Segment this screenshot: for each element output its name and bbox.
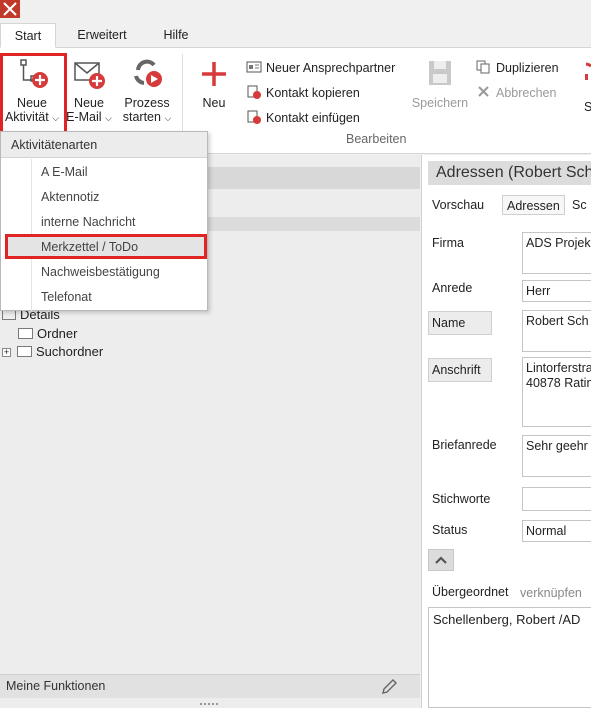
chevron-up-icon (435, 556, 447, 564)
paste-contact-icon (246, 110, 262, 124)
label-briefanrede: Briefanrede (432, 438, 497, 452)
app-logo (0, 0, 20, 18)
stichworte-field[interactable] (522, 487, 591, 511)
contact-card-icon (246, 60, 262, 74)
tab-hilfe[interactable]: Hilfe (150, 23, 202, 48)
menu-item-a-email[interactable]: A E-Mail (41, 165, 88, 179)
speichern-button[interactable]: Speichern (408, 56, 472, 110)
tab-adressen[interactable]: Adressen (502, 195, 565, 215)
duplizieren-button[interactable]: Duplizieren (476, 58, 559, 78)
abbrechen-button[interactable]: Abbrechen (476, 83, 556, 103)
expand-icon[interactable]: + (2, 348, 11, 357)
kontakt-einfuegen-button[interactable]: Kontakt einfügen (246, 108, 360, 128)
process-icon (130, 56, 164, 90)
neue-email-line1: Neue (74, 96, 104, 110)
label-status: Status (432, 523, 468, 537)
collapse-button[interactable] (428, 549, 454, 571)
prozess-starten-button[interactable]: Prozess starten ⌵ (118, 56, 176, 125)
search-folder-icon (17, 346, 32, 357)
verknuepfen-link[interactable]: verknüpfen (520, 586, 582, 600)
meine-funktionen-label: Meine Funktionen (6, 679, 106, 693)
menu-item-merkzettel-todo[interactable]: Merkzettel / ToDo (41, 240, 138, 254)
tab-sc[interactable]: Sc (572, 195, 587, 215)
prozess-line2: starten (122, 110, 161, 124)
aktivitaetenarten-dropdown: Aktivitätenarten A E-Mail Aktennotiz int… (0, 131, 208, 311)
save-icon (423, 56, 457, 90)
duplicate-icon (476, 60, 492, 74)
uebergeordnet-field[interactable]: Schellenberg, Robert /AD (428, 607, 591, 708)
status-field[interactable]: Normal (522, 520, 591, 542)
menu-item-nachweisbestaetigung[interactable]: Nachweisbestätigung (41, 265, 160, 279)
menu-item-telefonat[interactable]: Telefonat (41, 290, 92, 304)
tab-start[interactable]: Start (0, 23, 56, 48)
label-firma: Firma (432, 236, 464, 250)
copy-contact-icon (246, 85, 262, 99)
highlight-neue-aktivitaet (0, 53, 67, 137)
neue-email-button[interactable]: Neue E-Mail ⌵ (66, 56, 112, 125)
detail-tabs: Vorschau Adressen Sc (428, 193, 591, 217)
anrede-field[interactable]: Herr (522, 280, 591, 302)
overflow-red-icon[interactable] (585, 62, 591, 96)
folder-icon (18, 328, 33, 339)
new-email-icon (72, 56, 106, 90)
neuer-ansprechpartner-label: Neuer Ansprechpartner (266, 61, 396, 75)
label-uebergeordnet: Übergeordnet (432, 585, 509, 599)
briefanrede-field[interactable]: Sehr geehr (522, 435, 591, 477)
anschrift-field[interactable]: Lintorferstra 40878 Ratin (522, 357, 591, 427)
group-label-bearbeiten: Bearbeiten (346, 132, 407, 146)
chevron-down-icon: ⌵ (105, 113, 112, 123)
menu-item-interne-nachricht[interactable]: interne Nachricht (41, 215, 136, 229)
menu-item-aktennotiz[interactable]: Aktennotiz (41, 190, 99, 204)
detail-title: Adressen (Robert Sch (428, 161, 591, 185)
neuer-ansprechpartner-button[interactable]: Neuer Ansprechpartner (246, 58, 395, 78)
anschrift-button[interactable]: Anschrift (428, 358, 492, 382)
neue-email-line2: E-Mail (66, 110, 102, 124)
tab-erweitert[interactable]: Erweitert (64, 23, 140, 48)
dropdown-header: Aktivitätenarten (1, 132, 207, 158)
meine-funktionen-bar[interactable]: Meine Funktionen (0, 674, 420, 698)
label-stichworte: Stichworte (432, 492, 491, 506)
neu-button[interactable]: Neu (192, 56, 236, 110)
tab-vorschau[interactable]: Vorschau (432, 195, 484, 215)
neu-label: Neu (202, 96, 226, 110)
tree-item-suchordner[interactable]: + Suchordner (2, 344, 103, 359)
resize-grip[interactable] (200, 703, 218, 706)
firma-field[interactable]: ADS Projek (522, 232, 591, 274)
pencil-icon[interactable] (380, 678, 398, 696)
chevron-down-icon: ⌵ (164, 113, 172, 123)
tree-label-suchordner: Suchordner (36, 344, 104, 359)
ribbon-tabs: Start Erweitert Hilfe (0, 18, 591, 48)
tree-item-ordner[interactable]: Ordner (18, 326, 77, 341)
abbrechen-label: Abbrechen (496, 86, 557, 100)
name-field[interactable]: Robert Sch (522, 310, 591, 352)
close-icon (476, 85, 492, 99)
label-anrede: Anrede (432, 281, 473, 295)
kontakt-einfuegen-label: Kontakt einfügen (266, 111, 360, 125)
kontakt-kopieren-button[interactable]: Kontakt kopieren (246, 83, 360, 103)
duplizieren-label: Duplizieren (496, 61, 559, 75)
detail-panel: Adressen (Robert Sch Vorschau Adressen S… (421, 155, 591, 708)
name-button[interactable]: Name (428, 311, 492, 335)
speichern-label: Speichern (411, 96, 469, 110)
overflow-label: S (584, 100, 591, 114)
plus-icon (197, 56, 231, 90)
prozess-line1: Prozess (124, 96, 170, 110)
tree-label-ordner: Ordner (37, 326, 78, 341)
kontakt-kopieren-label: Kontakt kopieren (266, 86, 360, 100)
